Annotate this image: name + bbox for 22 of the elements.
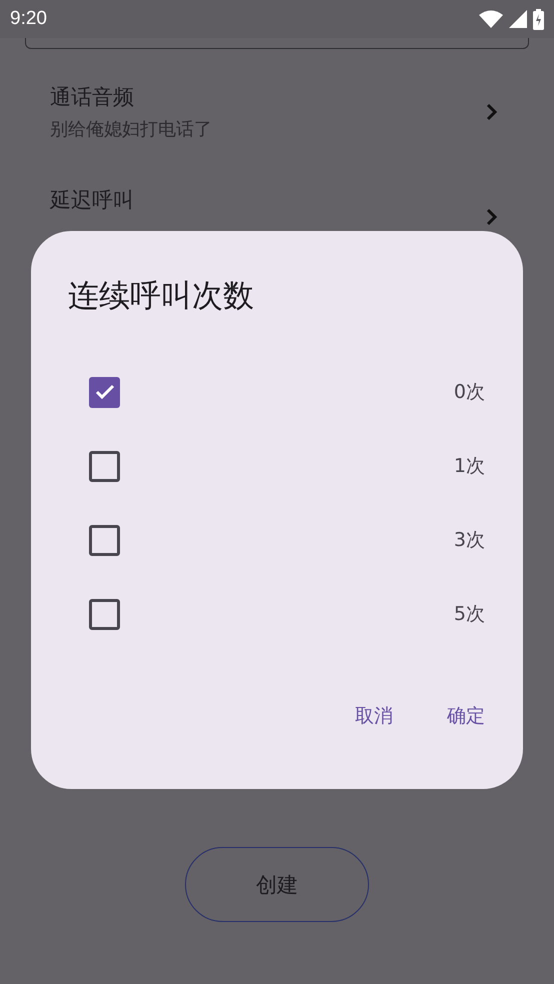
check-icon xyxy=(94,384,114,400)
setting-value: 别给俺媳妇打电话了 xyxy=(50,118,212,140)
wifi-icon xyxy=(479,10,503,28)
option-label: 3次 xyxy=(454,528,485,553)
checkbox[interactable] xyxy=(89,376,120,408)
cancel-button[interactable]: 取消 xyxy=(341,695,407,737)
setting-title: 延迟呼叫 xyxy=(50,187,134,214)
create-button[interactable]: 创建 xyxy=(185,847,369,922)
checkbox[interactable] xyxy=(89,450,120,482)
option-label: 5次 xyxy=(454,602,485,627)
option-label: 1次 xyxy=(454,454,485,479)
option-label: 0次 xyxy=(454,380,485,405)
status-time: 9:20 xyxy=(10,8,47,30)
checkbox[interactable] xyxy=(89,598,120,630)
checkbox[interactable] xyxy=(89,524,120,556)
dialog-title: 连续呼叫次数 xyxy=(68,277,255,316)
chevron-right-icon xyxy=(486,208,498,226)
confirm-button[interactable]: 确定 xyxy=(433,695,499,737)
setting-title: 通话音频 xyxy=(50,84,135,110)
battery-icon xyxy=(533,8,544,30)
signal-icon xyxy=(509,10,527,28)
chevron-right-icon xyxy=(486,102,498,120)
